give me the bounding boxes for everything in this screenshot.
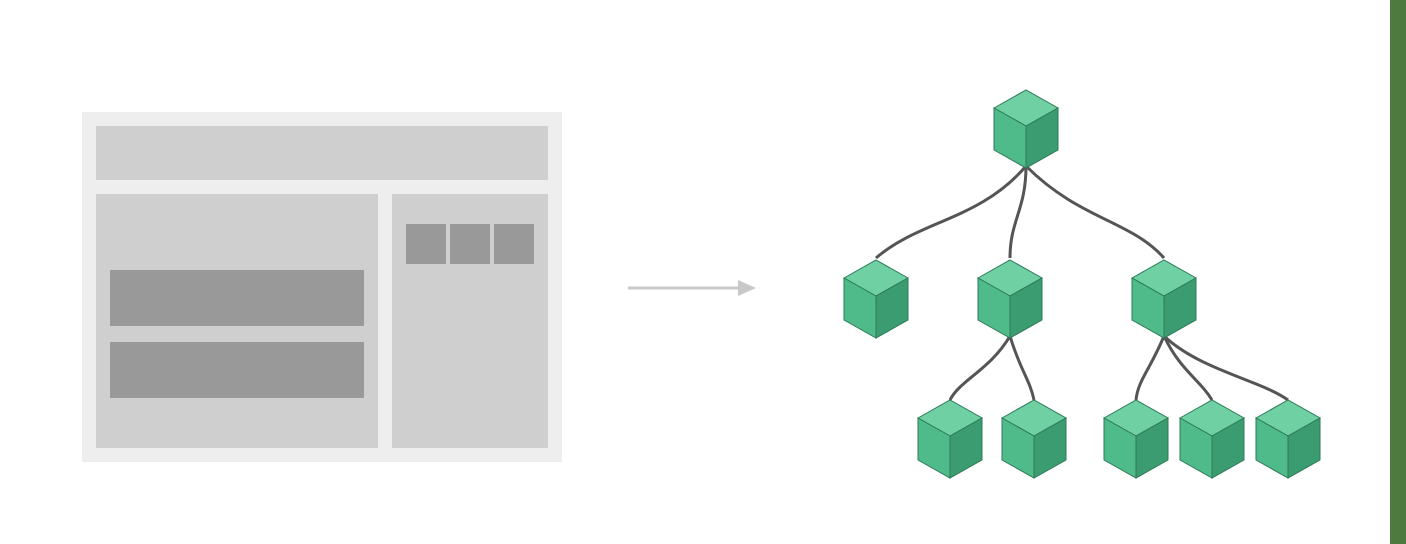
tree-edges	[876, 166, 1288, 400]
tree-node	[1256, 400, 1320, 478]
diagram-stage: Webpage wireframe layout transforms into…	[0, 0, 1406, 544]
tree-node-root	[994, 90, 1058, 168]
component-tree	[780, 70, 1340, 500]
tree-node	[978, 260, 1042, 338]
wireframe-sidebar-thumb	[450, 224, 490, 264]
tree-node	[1104, 400, 1168, 478]
wireframe-sidebar-thumb	[494, 224, 534, 264]
wireframe-sidebar	[392, 194, 548, 448]
tree-node	[1180, 400, 1244, 478]
arrow-icon	[628, 276, 758, 300]
tree-node	[1002, 400, 1066, 478]
tree-node	[1132, 260, 1196, 338]
wireframe-sidebar-thumb	[406, 224, 446, 264]
tree-node	[918, 400, 982, 478]
wireframe-content-block	[110, 270, 364, 326]
tree-node	[844, 260, 908, 338]
wireframe-main-content	[96, 194, 378, 448]
wireframe-layout	[82, 112, 562, 462]
wireframe-content-block	[110, 342, 364, 398]
accent-bar	[1390, 0, 1406, 544]
wireframe-header	[96, 126, 548, 180]
